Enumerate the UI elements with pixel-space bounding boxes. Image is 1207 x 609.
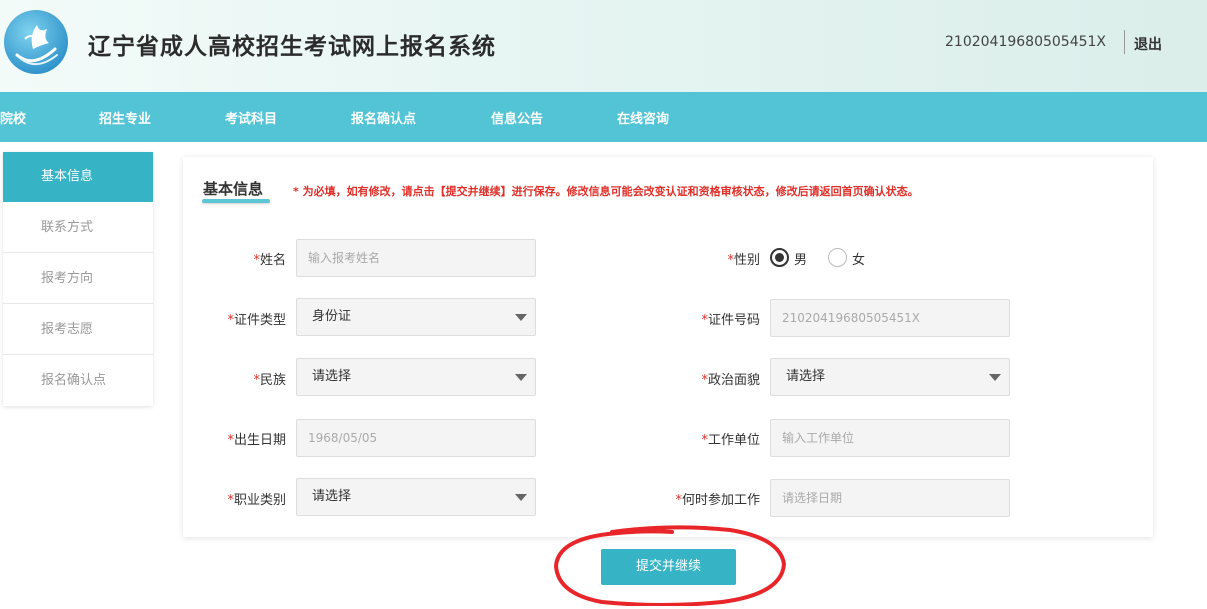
workplace-label: *工作单位 [701, 433, 760, 448]
user-id: 21020419680505451X [945, 34, 1107, 50]
chevron-down-icon [515, 374, 527, 381]
birth-date-field[interactable]: 1968/05/05 [296, 419, 536, 457]
nav-item-confirm-points[interactable]: 报名确认点 [351, 108, 416, 127]
political-select[interactable]: 请选择 [770, 358, 1010, 396]
required-notice: * 为必填，如有修改，请点击【提交并继续】进行保存。修改信息可能会改变认证和资格… [293, 185, 919, 198]
nav-item-colleges[interactable]: 院校 [0, 108, 26, 127]
logout-link[interactable]: 退出 [1134, 34, 1162, 54]
site-title: 辽宁省成人高校招生考试网上报名系统 [88, 34, 496, 60]
logo-icon [4, 10, 68, 74]
gender-male-radio[interactable] [770, 248, 789, 267]
chevron-down-icon [989, 374, 1001, 381]
id-type-label: *证件类型 [227, 313, 286, 328]
basic-info-card: 基本信息 * 为必填，如有修改，请点击【提交并继续】进行保存。修改信息可能会改变… [183, 157, 1153, 537]
id-number-field[interactable]: 21020419680505451X [770, 299, 1010, 337]
main-nav: 院校 招生专业 考试科目 报名确认点 信息公告 在线咨询 [0, 92, 1207, 142]
work-start-label: *何时参加工作 [675, 493, 760, 508]
occupation-value: 请选择 [312, 489, 352, 504]
political-label: *政治面貌 [701, 373, 760, 388]
nav-item-announcements[interactable]: 信息公告 [491, 108, 543, 127]
occupation-select[interactable]: 请选择 [296, 478, 536, 516]
id-type-select[interactable]: 身份证 [296, 298, 536, 336]
gender-label: *性别 [727, 253, 760, 268]
header: 辽宁省成人高校招生考试网上报名系统 21020419680505451X 退出 [0, 0, 1207, 92]
id-type-value: 身份证 [312, 309, 352, 324]
workplace-input[interactable]: 输入工作单位 [770, 419, 1010, 457]
chevron-down-icon [515, 314, 527, 321]
chevron-down-icon [515, 494, 527, 501]
occupation-label: *职业类别 [227, 493, 286, 508]
nav-item-majors[interactable]: 招生专业 [99, 108, 151, 127]
ethnicity-value: 请选择 [312, 369, 352, 384]
gender-male-label: 男 [794, 253, 808, 268]
sidebar-item-confirm-point[interactable]: 报名确认点 [3, 355, 153, 406]
id-number-label: *证件号码 [701, 313, 760, 328]
nav-item-subjects[interactable]: 考试科目 [225, 108, 277, 127]
section-underline [202, 199, 270, 203]
work-start-date-input[interactable]: 请选择日期 [770, 479, 1010, 517]
sidebar-item-basic-info[interactable]: 基本信息 [3, 152, 153, 202]
birth-date-label: *出生日期 [227, 433, 286, 448]
sidebar-item-preference[interactable]: 报考志愿 [3, 304, 153, 355]
sidebar: 基本信息 联系方式 报考方向 报考志愿 报名确认点 [3, 152, 153, 406]
nav-item-online-consult[interactable]: 在线咨询 [617, 108, 669, 127]
gender-female-label: 女 [852, 253, 866, 268]
sidebar-item-contact[interactable]: 联系方式 [3, 202, 153, 253]
ethnicity-label: *民族 [253, 373, 286, 388]
ethnicity-select[interactable]: 请选择 [296, 358, 536, 396]
submit-continue-button[interactable]: 提交并继续 [601, 549, 736, 585]
political-value: 请选择 [786, 369, 826, 384]
header-divider [1124, 30, 1125, 54]
name-label: *姓名 [253, 253, 286, 268]
name-input[interactable]: 输入报考姓名 [296, 239, 536, 277]
sidebar-item-direction[interactable]: 报考方向 [3, 253, 153, 304]
gender-female-radio[interactable] [828, 248, 847, 267]
